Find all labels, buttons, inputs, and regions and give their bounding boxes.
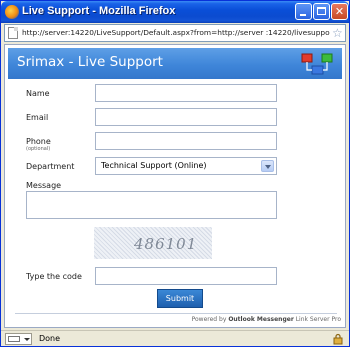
powered-by-brand[interactable]: Outlook Messenger: [228, 316, 293, 323]
minimize-icon: [300, 14, 306, 16]
status-text: Done: [39, 334, 61, 343]
minimize-button[interactable]: [295, 3, 312, 20]
footer-divider: [15, 313, 337, 314]
message-label: Message: [26, 181, 62, 190]
network-icon: [301, 53, 333, 75]
captcha-code: 486101: [134, 235, 198, 253]
address-url[interactable]: http://server:14220/LiveSupport/Default.…: [22, 28, 330, 37]
browser-window: Live Support - Mozilla Firefox ✕ http://…: [0, 0, 350, 347]
captcha-image: 486101: [94, 227, 212, 259]
support-header: Srimax - Live Support: [8, 48, 342, 79]
phone-input[interactable]: [95, 132, 277, 150]
status-bar: Done: [1, 330, 349, 346]
close-button[interactable]: ✕: [331, 3, 348, 20]
header-title: Srimax - Live Support: [17, 54, 163, 70]
submit-button[interactable]: Submit: [157, 289, 203, 308]
message-textarea[interactable]: [26, 191, 277, 219]
maximize-button[interactable]: [313, 3, 330, 20]
code-label: Type the code: [26, 272, 82, 281]
window-title: Live Support - Mozilla Firefox: [22, 5, 176, 17]
title-bar[interactable]: Live Support - Mozilla Firefox ✕: [1, 1, 349, 23]
department-label: Department: [26, 162, 75, 171]
phone-label: Phone: [26, 137, 51, 146]
code-input[interactable]: [95, 267, 277, 285]
powered-by-prefix: Powered by: [191, 316, 227, 323]
address-bar[interactable]: http://server:14220/LiveSupport/Default.…: [4, 24, 346, 42]
dropdown-arrow-icon: [24, 338, 30, 341]
page-content: Srimax - Live Support Name Email Phone (…: [4, 44, 346, 328]
email-input[interactable]: [95, 108, 277, 126]
firefox-icon: [5, 5, 19, 19]
page-icon: [8, 27, 18, 39]
lock-icon: [333, 333, 343, 345]
department-value: Technical Support (Online): [101, 161, 207, 170]
close-icon: ✕: [334, 5, 345, 18]
powered-by: Powered by Outlook Messenger Link Server…: [165, 316, 341, 323]
powered-by-suffix: Link Server Pro: [295, 316, 341, 323]
name-label: Name: [26, 89, 50, 98]
status-menu-button[interactable]: [5, 333, 32, 345]
department-select[interactable]: Technical Support (Online): [95, 157, 277, 175]
phone-optional-label: (optional): [26, 146, 51, 152]
email-label: Email: [26, 113, 49, 122]
maximize-icon: [317, 7, 326, 15]
name-input[interactable]: [95, 84, 277, 102]
chevron-down-icon[interactable]: [261, 160, 274, 172]
screen-icon: [8, 336, 20, 342]
bookmark-star-icon[interactable]: ☆: [332, 25, 343, 41]
